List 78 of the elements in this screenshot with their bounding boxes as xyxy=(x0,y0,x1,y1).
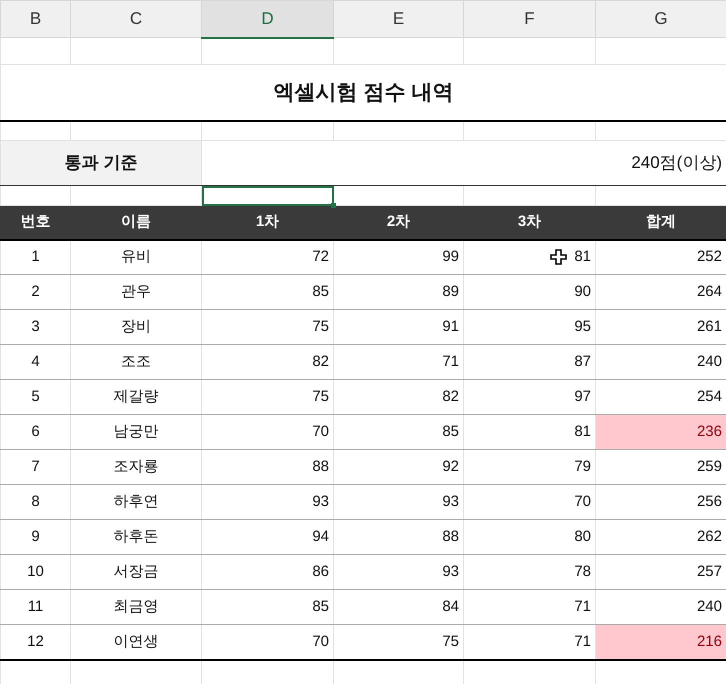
table-cell: 3 xyxy=(0,310,70,344)
table-cell: 71 xyxy=(334,344,464,380)
table-cell: 95 xyxy=(464,310,596,344)
table-cell: 70 xyxy=(202,414,334,450)
table-cell: 6 xyxy=(0,414,70,450)
column-header[interactable]: E xyxy=(334,0,464,38)
column-header[interactable]: G xyxy=(596,0,726,38)
selected-cell[interactable] xyxy=(202,186,334,206)
table-cell: 85 xyxy=(202,274,334,310)
table-cell: 216 xyxy=(596,624,726,660)
column-header[interactable]: B xyxy=(0,0,70,38)
table-cell: 85 xyxy=(202,590,334,624)
table-cell: 88 xyxy=(202,450,334,484)
table-cell: 70 xyxy=(202,624,334,660)
column-header[interactable]: C xyxy=(70,0,202,38)
table-cell: 유비 xyxy=(70,240,202,274)
table-cell: 제갈량 xyxy=(70,380,202,414)
table-cell: 236 xyxy=(596,414,726,450)
table-cell: 82 xyxy=(202,344,334,380)
table-cell: 92 xyxy=(334,450,464,484)
column-heading: 3차 xyxy=(464,206,596,240)
table-cell: 7 xyxy=(0,450,70,484)
table-cell: 78 xyxy=(464,554,596,590)
table-cell: 관우 xyxy=(70,274,202,310)
table-cell: 75 xyxy=(202,380,334,414)
table-cell: 87 xyxy=(464,344,596,380)
table-cell: 조자룡 xyxy=(70,450,202,484)
table-cell: 하후연 xyxy=(70,484,202,520)
table-cell: 93 xyxy=(202,484,334,520)
criteria-label: 통과 기준 xyxy=(0,140,202,186)
table-cell: 86 xyxy=(202,554,334,590)
table-cell: 1 xyxy=(0,240,70,274)
table-cell: 82 xyxy=(334,380,464,414)
table-cell: 93 xyxy=(334,554,464,590)
table-cell: 84 xyxy=(334,590,464,624)
column-header[interactable]: F xyxy=(464,0,596,38)
table-cell: 4 xyxy=(0,344,70,380)
table-cell: 97 xyxy=(464,380,596,414)
table-cell: 80 xyxy=(464,520,596,554)
table-cell: 75 xyxy=(202,310,334,344)
cursor-icon xyxy=(550,249,568,266)
column-heading: 합계 xyxy=(596,206,726,240)
table-cell: 9 xyxy=(0,520,70,554)
column-heading: 1차 xyxy=(202,206,334,240)
sheet-title: 엑셀시험 점수 내역 xyxy=(0,64,726,120)
table-cell: 89 xyxy=(334,274,464,310)
table-cell: 72 xyxy=(202,240,334,274)
table-cell: 5 xyxy=(0,380,70,414)
table-cell: 서장금 xyxy=(70,554,202,590)
table-cell: 8 xyxy=(0,484,70,520)
table-cell: 93 xyxy=(334,484,464,520)
table-cell: 85 xyxy=(334,414,464,450)
table-cell: 남궁만 xyxy=(70,414,202,450)
table-cell: 조조 xyxy=(70,344,202,380)
table-cell: 10 xyxy=(0,554,70,590)
table-cell: 75 xyxy=(334,624,464,660)
table-cell: 70 xyxy=(464,484,596,520)
table-cell: 81 xyxy=(574,248,591,265)
column-heading: 번호 xyxy=(0,206,70,240)
table-cell: 79 xyxy=(464,450,596,484)
column-header[interactable]: D xyxy=(202,0,334,38)
table-cell: 81 xyxy=(464,414,596,450)
table-cell: 90 xyxy=(464,274,596,310)
table-cell: 71 xyxy=(464,590,596,624)
table-cell: 88 xyxy=(334,520,464,554)
column-heading: 2차 xyxy=(334,206,464,240)
table-cell: 11 xyxy=(0,590,70,624)
column-heading: 이름 xyxy=(70,206,202,240)
table-cell: 장비 xyxy=(70,310,202,344)
table-cell: 91 xyxy=(334,310,464,344)
table-cell: 94 xyxy=(202,520,334,554)
table-cell: 이연생 xyxy=(70,624,202,660)
table-cell: 12 xyxy=(0,624,70,660)
table-cell: 하후돈 xyxy=(70,520,202,554)
table-cell: 최금영 xyxy=(70,590,202,624)
table-cell: 99 xyxy=(334,240,464,274)
fill-handle[interactable] xyxy=(331,203,336,208)
table-cell: 2 xyxy=(0,274,70,310)
